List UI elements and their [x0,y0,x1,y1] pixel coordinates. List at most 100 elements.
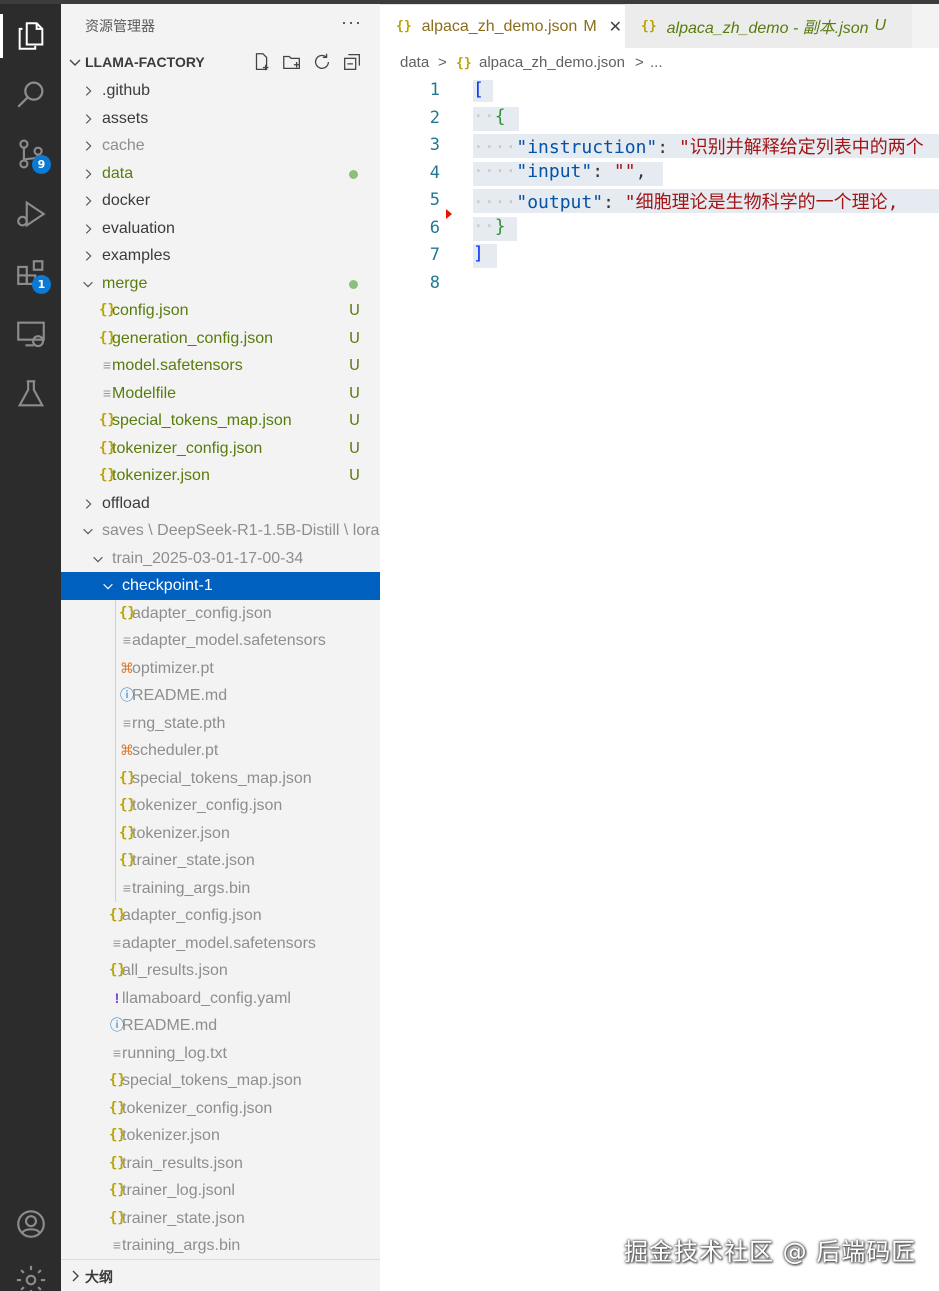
remote-explorer-icon[interactable] [0,306,61,362]
tree-file[interactable]: {} tokenizer_config.json U [61,435,380,463]
line-number: 8 [429,273,440,293]
tree-item-label: running_log.txt [122,1044,227,1062]
tree-folder[interactable]: merge [61,270,380,298]
tab-alpaca-zh-demo-copy[interactable]: {} alpaca_zh_demo - 副本.json U [625,4,912,48]
tree-item-label: cache [102,137,145,154]
breakpoint-marker[interactable] [446,209,452,219]
refresh-icon[interactable] [311,51,333,73]
tree-file[interactable]: {} tokenizer_config.json [61,1095,380,1123]
code-line-6: ··} [473,216,506,237]
tree-item-label: tokenizer.json [122,1127,220,1144]
git-status-badge: U [349,356,360,374]
git-status-badge: U [349,466,360,484]
new-folder-icon[interactable] [281,51,303,73]
tree-file[interactable]: ⌘ scheduler.pt [61,737,380,765]
tab-alpaca-zh-demo[interactable]: {} alpaca_zh_demo.json M ✕ [380,4,625,48]
source-control-icon[interactable]: 9 [0,126,61,182]
tree-file[interactable]: ⓘ README.md [61,1012,380,1040]
tree-file[interactable]: {} adapter_config.json [61,600,380,628]
tree-folder[interactable]: train_2025-03-01-17-00-34 [61,545,380,573]
tree-file[interactable]: ≡ Modelfile U [61,380,380,408]
sidebar-title: 资源管理器 [85,19,155,35]
tree-file[interactable]: {} tokenizer_config.json [61,792,380,820]
tree-file[interactable]: {} tokenizer.json [61,1122,380,1150]
tree-file[interactable]: ⓘ README.md [61,682,380,710]
tree-file[interactable]: ≡ rng_state.pth [61,710,380,738]
watermark: 掘金技术社区 @ 后端码匠 [624,1238,917,1266]
tree-file[interactable]: ≡ running_log.txt [61,1040,380,1068]
tree-file[interactable]: ≡ training_args.bin [61,1232,380,1260]
tree-file[interactable]: {} trainer_state.json [61,1205,380,1233]
tree-folder[interactable]: data [61,160,380,188]
tree-folder[interactable]: .github [61,77,380,105]
tree-file[interactable]: {} tokenizer.json [61,820,380,848]
tree-file[interactable]: ⌘ optimizer.pt [61,655,380,683]
tree-item-label: scheduler.pt [132,742,219,759]
tree-file[interactable]: ≡ model.safetensors U [61,352,380,380]
tree-item-label: special_tokens_map.json [132,769,312,787]
tree-folder[interactable]: offload [61,490,380,518]
breadcrumb-file[interactable]: alpaca_zh_demo.json [479,54,625,71]
tree-folder[interactable]: saves \ DeepSeek-R1-1.5B-Distill \ lora [61,517,380,545]
testing-icon[interactable] [0,366,61,422]
collapse-all-icon[interactable] [341,51,363,73]
line-number: 6 [429,218,440,238]
tree-file[interactable]: {} trainer_log.jsonl [61,1177,380,1205]
breadcrumb-folder[interactable]: data [400,54,429,71]
chevron-right-icon [85,168,92,179]
key-token: "instruction" [516,137,658,158]
tree-file[interactable]: {} special_tokens_map.json [61,1067,380,1095]
comma-token: , [635,161,647,182]
tree-file[interactable]: {} tokenizer.json U [61,462,380,490]
editor-tabs: {} alpaca_zh_demo.json M ✕ {} alpaca_zh_… [380,4,939,48]
outline-section-header[interactable]: 大纲 [61,1259,380,1291]
tree-item-label: train_2025-03-01-17-00-34 [112,549,304,567]
search-icon[interactable] [0,66,61,122]
tree-item-label: rng_state.pth [132,714,226,732]
modified-dot [349,279,358,289]
tree-item-label: adapter_config.json [122,907,262,924]
tree-file[interactable]: ≡ training_args.bin [61,875,380,903]
tree-file[interactable]: {} all_results.json [61,957,380,985]
new-file-icon[interactable] [251,51,273,73]
tree-item-label: tokenizer.json [112,467,210,484]
tree-file[interactable]: {} special_tokens_map.json [61,765,380,793]
workspace-section-header[interactable]: LLAMA-FACTORY [61,48,380,76]
breadcrumb-symbols[interactable]: ... [650,54,663,71]
source-control-badge: 9 [32,155,51,174]
close-tab-icon[interactable]: ✕ [609,17,622,37]
tree-folder[interactable]: assets [61,105,380,133]
explorer-icon[interactable] [0,8,61,64]
line-number: 2 [429,108,440,128]
tree-file[interactable]: ≡ adapter_model.safetensors [61,930,380,958]
tree-file[interactable]: ≡ adapter_model.safetensors [61,627,380,655]
tree-folder[interactable]: docker [61,187,380,215]
run-debug-icon[interactable] [0,186,61,242]
tree-file[interactable]: {} trainer_state.json [61,847,380,875]
tree-file[interactable]: ! llamaboard_config.yaml [61,985,380,1013]
tree-file[interactable]: {} config.json U [61,297,380,325]
tree-item-label: offload [102,494,150,512]
tree-folder[interactable]: examples [61,242,380,270]
tree-item-label: adapter_config.json [132,604,272,622]
tree-file[interactable]: {} adapter_config.json [61,902,380,930]
accounts-icon[interactable] [0,1196,61,1252]
tree-file[interactable]: {} special_tokens_map.json U [61,407,380,435]
line-number: 7 [429,245,440,265]
tree-file[interactable]: {} train_results.json [61,1150,380,1178]
tree-file[interactable]: {} generation_config.json U [61,325,380,353]
manage-gear-icon[interactable] [0,1252,61,1291]
extensions-icon[interactable]: 1 [0,246,61,302]
code-line-5: ····"output": "细胞理论是生物科学的一个理论, [473,192,899,213]
tree-folder[interactable]: checkpoint-1 [61,572,380,600]
tree-folder[interactable]: evaluation [61,215,380,243]
chevron-down-icon [83,281,93,287]
code-editor[interactable]: 1 2 3 4 5 6 7 8 [ ··{ ····"instruction":… [380,78,939,1291]
breadcrumb-separator: > [438,54,447,71]
code-line-4: ····"input": "", [473,161,647,182]
more-actions-button[interactable]: ··· [341,12,362,33]
tree-item-label: assets [102,109,149,127]
breadcrumb-separator: > [635,54,644,71]
tree-item-label: train_results.json [122,1154,243,1172]
tree-folder[interactable]: cache [61,132,380,160]
